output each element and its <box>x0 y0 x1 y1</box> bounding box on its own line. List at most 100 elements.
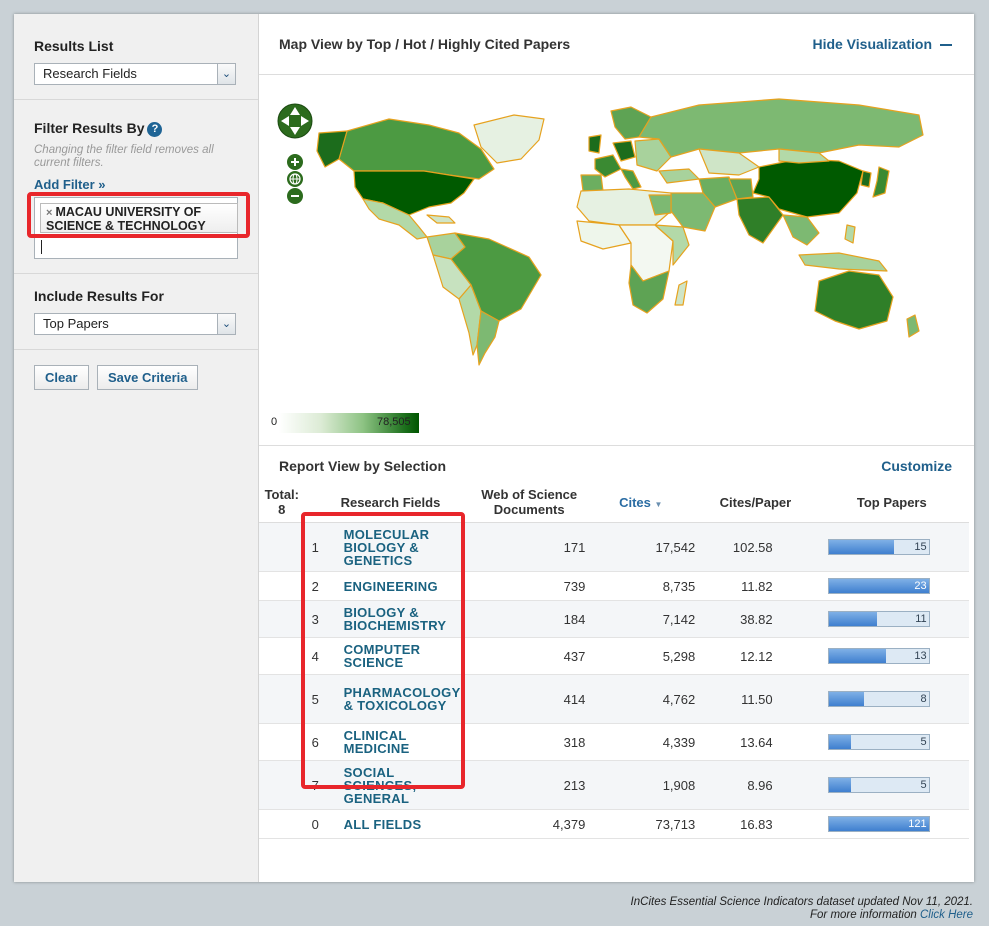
col-wos-documents: Web of Science Documents <box>473 482 586 523</box>
criteria-buttons: Clear Save Criteria <box>14 350 258 405</box>
research-field-link[interactable]: ALL FIELDS <box>343 813 465 835</box>
top-papers-bar: 11 <box>827 611 930 627</box>
row-top-papers: 5 <box>814 723 969 761</box>
map-region-seasia <box>782 214 820 246</box>
sort-desc-icon: ▼ <box>654 499 663 509</box>
map-title: Map View by Top / Hot / Highly Cited Pap… <box>279 36 571 52</box>
row-cites-per-paper: 8.96 <box>696 760 815 810</box>
top-papers-value: 8 <box>920 693 927 705</box>
row-documents: 184 <box>473 600 586 638</box>
click-here-link[interactable]: Click Here <box>920 909 973 921</box>
row-cites-per-paper: 13.64 <box>696 723 815 761</box>
world-map[interactable]: 0 78,505 <box>259 75 974 446</box>
top-papers-fill <box>828 649 886 663</box>
top-papers-fill <box>828 612 877 626</box>
row-documents: 171 <box>473 522 586 572</box>
map-region-australia <box>814 270 894 330</box>
include-section: Include Results For Top Papers ⌄ <box>14 274 258 350</box>
row-documents: 414 <box>473 674 586 724</box>
zoom-out-icon[interactable] <box>287 188 303 204</box>
results-list-section: Results List Research Fields ⌄ <box>14 14 258 100</box>
map-region-korea <box>860 170 872 188</box>
footer-dataset-note: InCites Essential Science Indicators dat… <box>630 896 973 908</box>
map-region-iberia <box>580 174 604 192</box>
add-filter-link[interactable]: Add Filter » <box>34 177 106 192</box>
col-cites[interactable]: Cites ▼ <box>585 482 697 523</box>
map-legend: 0 78,505 <box>271 413 419 433</box>
map-region-france <box>594 154 622 178</box>
top-papers-bar: 13 <box>827 648 930 664</box>
hide-visualization-label: Hide Visualization <box>812 36 932 52</box>
row-cites: 4,339 <box>585 723 697 761</box>
row-documents: 318 <box>473 723 586 761</box>
row-top-papers: 13 <box>814 637 969 675</box>
row-top-papers: 121 <box>814 809 969 839</box>
row-cites: 4,762 <box>585 674 697 724</box>
sidebar: Results List Research Fields ⌄ Filter Re… <box>14 14 259 882</box>
highlight-box-filter <box>27 192 250 238</box>
app-frame: Results List Research Fields ⌄ Filter Re… <box>14 14 974 882</box>
save-criteria-button[interactable]: Save Criteria <box>96 364 199 390</box>
map-region-germany <box>612 140 636 162</box>
main-panel: Map View by Top / Hot / Highly Cited Pap… <box>259 14 974 882</box>
col-cites-per-paper: Cites/Paper <box>696 482 815 523</box>
row-documents: 213 <box>473 760 586 810</box>
report-header: Report View by Selection Customize <box>259 446 974 482</box>
row-cites-per-paper: 11.50 <box>696 674 815 724</box>
top-papers-value: 23 <box>914 580 927 592</box>
col-cites-label: Cites <box>619 494 651 510</box>
table-row[interactable]: 0 ALL FIELDS 4,379 73,713 16.83 121 <box>259 809 969 839</box>
row-cites: 8,735 <box>585 571 697 601</box>
map-region-caribbean <box>426 214 456 224</box>
include-title: Include Results For <box>34 287 164 304</box>
top-papers-bar: 5 <box>827 777 930 793</box>
row-documents: 4,379 <box>473 809 586 839</box>
map-region-philippines <box>844 224 856 244</box>
legend-max: 78,505 <box>377 416 411 428</box>
zoom-in-icon[interactable] <box>287 154 303 170</box>
results-list-value: Research Fields <box>43 66 137 81</box>
col-top-papers: Top Papers <box>814 482 969 523</box>
text-caret <box>41 239 42 254</box>
top-papers-value: 13 <box>914 650 927 662</box>
top-papers-fill <box>828 778 851 792</box>
top-papers-value: 5 <box>920 736 927 748</box>
help-icon[interactable]: ? <box>147 121 163 137</box>
results-list-select[interactable]: Research Fields ⌄ <box>34 63 236 85</box>
row-cites: 7,142 <box>585 600 697 638</box>
highlight-box-fields <box>301 512 465 789</box>
filter-note: Changing the filter field removes all cu… <box>34 143 214 169</box>
row-cites-per-paper: 12.12 <box>696 637 815 675</box>
row-top-papers: 8 <box>814 674 969 724</box>
top-papers-bar: 5 <box>827 734 930 750</box>
include-value: Top Papers <box>43 315 109 331</box>
map-region-saudi <box>670 192 716 232</box>
globe-icon[interactable] <box>287 171 303 187</box>
map-pan-control[interactable] <box>277 103 313 139</box>
top-papers-fill <box>828 735 851 749</box>
row-top-papers: 11 <box>814 600 969 638</box>
row-rank: 0 <box>311 816 319 832</box>
map-region-uk <box>588 134 602 154</box>
map-region-turkey <box>658 168 700 184</box>
customize-link[interactable]: Customize <box>881 458 952 474</box>
row-cites: 17,542 <box>585 522 697 572</box>
top-papers-bar: 23 <box>827 578 930 594</box>
row-cites: 73,713 <box>585 809 697 839</box>
row-documents: 739 <box>473 571 586 601</box>
map-region-italy <box>620 168 642 190</box>
clear-button[interactable]: Clear <box>34 364 89 390</box>
top-papers-bar: 15 <box>827 539 930 555</box>
row-cites: 1,908 <box>585 760 697 810</box>
footer-more-info-text: For more information <box>810 909 920 921</box>
chevron-down-icon[interactable]: ⌄ <box>217 313 235 334</box>
map-canvas[interactable] <box>259 75 974 445</box>
filter-title: Filter Results By? <box>34 120 238 137</box>
chevron-down-icon[interactable]: ⌄ <box>217 64 235 84</box>
row-top-papers: 15 <box>814 522 969 572</box>
col-total: Total: 8 <box>259 482 305 523</box>
hide-visualization-link[interactable]: Hide Visualization <box>812 36 952 52</box>
row-documents: 437 <box>473 637 586 675</box>
include-select[interactable]: Top Papers ⌄ <box>34 312 236 335</box>
filter-section: Filter Results By? Changing the filter f… <box>14 100 258 274</box>
